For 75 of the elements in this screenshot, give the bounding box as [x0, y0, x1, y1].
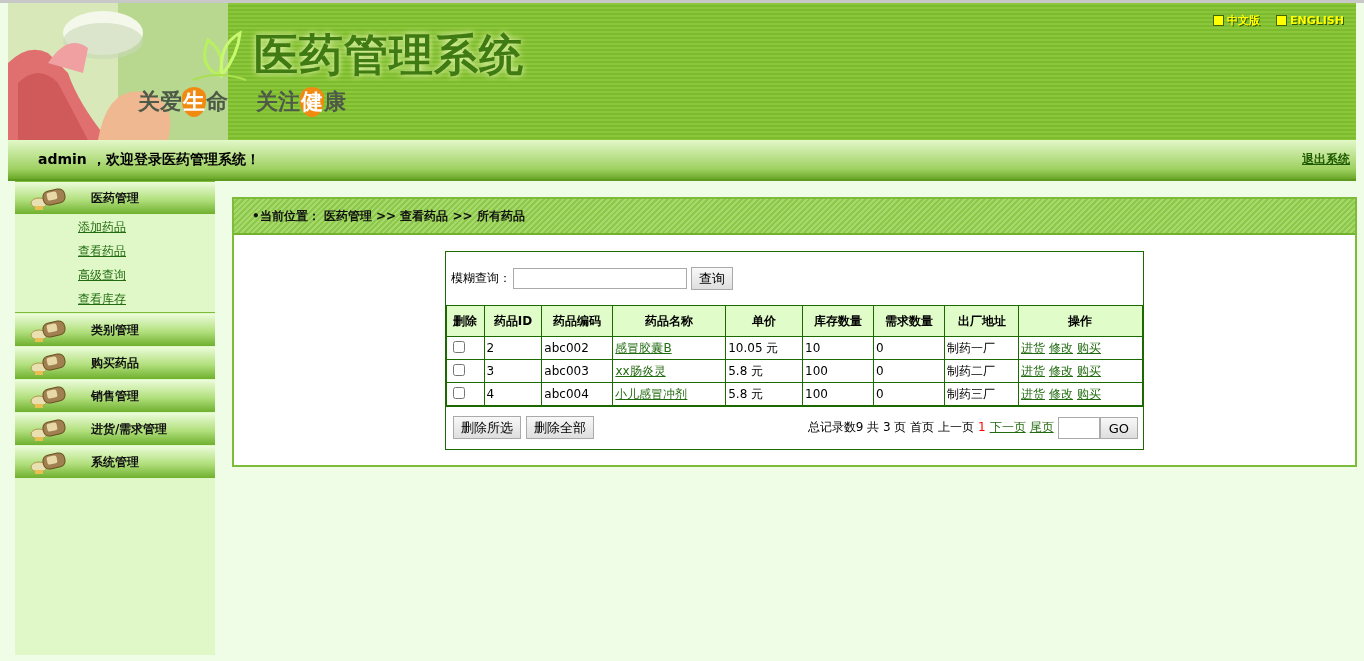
table-cell: 2 — [484, 336, 542, 360]
pager-link[interactable]: 下一页 — [989, 417, 1026, 437]
go-button[interactable]: GO — [1099, 417, 1138, 439]
menu-label: 系统管理 — [91, 453, 139, 471]
column-header: 单价 — [725, 306, 803, 337]
system-title: 医药管理系统 — [254, 27, 524, 82]
slogan-text: 命 — [206, 87, 228, 116]
table-cell: 3 — [484, 359, 542, 383]
column-header: 需求数量 — [873, 306, 945, 337]
action-link[interactable]: 进货 — [1020, 363, 1045, 378]
pager-link[interactable]: 尾页 — [1029, 417, 1054, 437]
search-field[interactable] — [513, 268, 687, 289]
table-cell: 制药一厂 — [944, 336, 1019, 360]
table-cell: 制药三厂 — [944, 382, 1019, 406]
table-cell: 5.8 元 — [725, 382, 803, 406]
delete-button[interactable]: 删除所选 — [453, 416, 521, 439]
submenu-link[interactable]: 高级查询 — [78, 266, 126, 284]
action-link[interactable]: 进货 — [1020, 386, 1045, 401]
action-link[interactable]: 购买 — [1076, 363, 1101, 378]
menu-header[interactable]: 医药管理 — [15, 181, 215, 214]
menu-header[interactable]: 购买药品 — [15, 346, 215, 379]
welcome-text: admin ，欢迎登录医药管理系统！ — [38, 150, 260, 169]
action-link[interactable]: 进货 — [1020, 340, 1045, 355]
row-checkbox[interactable] — [453, 363, 465, 376]
table-cell: 4 — [484, 382, 542, 406]
table-cell: 0 — [873, 359, 945, 383]
action-link[interactable]: 修改 — [1048, 386, 1073, 401]
submenu-link[interactable]: 添加药品 — [78, 218, 126, 236]
menu-header[interactable]: 进货/需求管理 — [15, 412, 215, 445]
action-link[interactable]: 购买 — [1076, 340, 1101, 355]
menu-label: 医药管理 — [91, 189, 139, 207]
row-checkbox[interactable] — [453, 386, 465, 399]
column-header: 删除 — [446, 306, 485, 337]
table-cell: abc004 — [541, 382, 613, 406]
table-cell: abc002 — [541, 336, 613, 360]
column-header: 药品编码 — [541, 306, 613, 337]
slogan-text: 康 — [324, 87, 346, 116]
column-header: 出厂地址 — [944, 306, 1019, 337]
slogan-text: 关爱 — [138, 87, 182, 116]
menu-label: 类别管理 — [91, 321, 139, 339]
table-cell: 0 — [873, 382, 945, 406]
slogan-text: 关注 — [256, 87, 300, 116]
submenu-link[interactable]: 查看库存 — [78, 290, 126, 308]
pager-summary: 总记录数9 共 3 页 首页 上一页 — [807, 419, 975, 436]
slogan-text: 健 — [300, 87, 324, 117]
table-cell: 10 — [802, 336, 874, 360]
submenu-link[interactable]: 查看药品 — [78, 242, 126, 260]
table-cell: 制药二厂 — [944, 359, 1019, 383]
action-link[interactable]: 修改 — [1048, 340, 1073, 355]
table-cell: 0 — [873, 336, 945, 360]
menu-header[interactable]: 销售管理 — [15, 379, 215, 412]
page-number-field[interactable] — [1057, 417, 1100, 439]
column-header: 库存数量 — [802, 306, 874, 337]
menu-label: 进货/需求管理 — [91, 420, 168, 438]
column-header: 操作 — [1018, 306, 1143, 337]
current-page: 1 — [978, 419, 986, 436]
breadcrumb: •当前位置： 医药管理 >> 查看药品 >> 所有药品 — [252, 207, 525, 225]
table-cell: 100 — [802, 359, 874, 383]
menu-header[interactable]: 系统管理 — [15, 445, 215, 478]
column-header: 药品ID — [484, 306, 542, 337]
column-header: 药品名称 — [612, 306, 726, 337]
search-label: 模糊查询： — [451, 270, 511, 287]
menu-label: 购买药品 — [91, 354, 139, 372]
menu-label: 销售管理 — [91, 387, 139, 405]
action-link[interactable]: 修改 — [1048, 363, 1073, 378]
table-cell: 100 — [802, 382, 874, 406]
search-button[interactable]: 查询 — [691, 267, 733, 290]
table-cell: 5.8 元 — [725, 359, 803, 383]
table-cell: abc003 — [541, 359, 613, 383]
action-link[interactable]: 购买 — [1076, 386, 1101, 401]
menu-header[interactable]: 类别管理 — [15, 313, 215, 346]
delete-button[interactable]: 删除全部 — [526, 416, 594, 439]
row-checkbox[interactable] — [453, 340, 465, 353]
logout-link[interactable]: 退出系统 — [1302, 151, 1350, 168]
table-cell: 10.05 元 — [725, 336, 803, 360]
